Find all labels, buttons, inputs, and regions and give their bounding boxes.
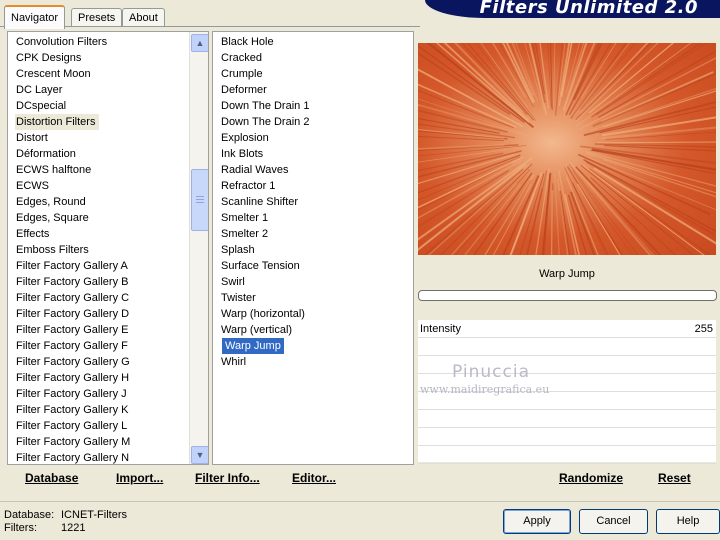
cancel-button[interactable]: Cancel (579, 509, 648, 534)
filter-item[interactable]: Whirl (221, 354, 246, 370)
category-item[interactable]: Filter Factory Gallery F (16, 338, 128, 354)
category-item[interactable]: Distortion Filters (15, 114, 100, 130)
database-label: Database: (4, 509, 55, 521)
help-button[interactable]: Help (656, 509, 720, 534)
category-item[interactable]: Filter Factory Gallery G (16, 354, 130, 370)
category-item[interactable]: Filter Factory Gallery N (16, 450, 129, 464)
category-item[interactable]: ECWS halftone (16, 162, 91, 178)
filter-item[interactable]: Surface Tension (221, 258, 300, 274)
category-item[interactable]: DCspecial (16, 98, 66, 114)
category-item[interactable]: Déformation (16, 146, 76, 162)
category-item[interactable]: Effects (16, 226, 49, 242)
category-item[interactable]: Filter Factory Gallery L (16, 418, 127, 434)
database-value: ICNET-Filters (61, 509, 127, 521)
scroll-up-button[interactable]: ▲ (191, 34, 208, 52)
category-item[interactable]: Filter Factory Gallery C (16, 290, 129, 306)
filter-item[interactable]: Ink Blots (221, 146, 263, 162)
category-item[interactable]: Filter Factory Gallery E (16, 322, 128, 338)
filters-count-label: Filters: (4, 522, 37, 534)
category-item[interactable]: ECWS (16, 178, 49, 194)
category-item[interactable]: Filter Factory Gallery J (16, 386, 127, 402)
tab-presets[interactable]: Presets (71, 8, 123, 27)
scroll-thumb[interactable] (191, 169, 208, 231)
filter-name-title: Warp Jump (539, 268, 595, 280)
divider (0, 501, 720, 502)
filter-item[interactable]: Twister (221, 290, 256, 306)
filter-item[interactable]: Crumple (221, 66, 263, 82)
filter-info-button[interactable]: Filter Info... (195, 471, 260, 485)
filter-item[interactable]: Black Hole (221, 34, 274, 50)
import-button[interactable]: Import... (116, 471, 163, 485)
app-title: Filters Unlimited 2.0 (479, 0, 698, 18)
filter-item[interactable]: Swirl (221, 274, 245, 290)
filter-item[interactable]: Deformer (221, 82, 267, 98)
category-item[interactable]: Filter Factory Gallery A (16, 258, 128, 274)
category-item[interactable]: Filter Factory Gallery B (16, 274, 128, 290)
scroll-down-button[interactable]: ▼ (191, 446, 208, 464)
category-item[interactable]: Distort (16, 130, 48, 146)
tab-navigator[interactable]: Navigator (4, 5, 66, 29)
category-scrollbar[interactable]: ▲ ▼ (189, 32, 208, 464)
filter-item[interactable]: Down The Drain 2 (221, 114, 309, 130)
watermark-site: www.maidiregrafica.eu (420, 383, 550, 396)
progress-track (418, 290, 717, 301)
category-list[interactable]: Convolution Filters CPK Designs Crescent M… (7, 31, 209, 465)
apply-button[interactable]: Apply (503, 509, 571, 534)
category-item[interactable]: Filter Factory Gallery M (16, 434, 130, 450)
preview-image (418, 43, 716, 255)
category-item[interactable]: CPK Designs (16, 50, 81, 66)
category-item[interactable]: Edges, Square (16, 210, 89, 226)
category-item[interactable]: DC Layer (16, 82, 62, 98)
filter-list[interactable]: Black Hole Cracked Crumple Deformer Down The… (212, 31, 414, 465)
param-row-intensity[interactable]: Intensity 255 (418, 320, 716, 338)
filters-count-value: 1221 (61, 522, 86, 534)
filter-item[interactable]: Down The Drain 1 (221, 98, 309, 114)
param-value[interactable]: 255 (695, 323, 713, 335)
filter-item[interactable]: Explosion (221, 130, 269, 146)
reset-button[interactable]: Reset (658, 471, 691, 485)
filter-item[interactable]: Smelter 1 (221, 210, 268, 226)
filter-item[interactable]: Warp (horizontal) (221, 306, 305, 322)
category-item[interactable]: Filter Factory Gallery D (16, 306, 129, 322)
editor-button[interactable]: Editor... (292, 471, 336, 485)
filter-item[interactable]: Warp (vertical) (221, 322, 292, 338)
filter-item[interactable]: Cracked (221, 50, 262, 66)
filter-item[interactable]: Smelter 2 (221, 226, 268, 242)
category-item[interactable]: Filter Factory Gallery K (16, 402, 128, 418)
watermark-name: Pinuccia (452, 362, 530, 382)
filter-item[interactable]: Splash (221, 242, 255, 258)
filter-item[interactable]: Radial Waves (221, 162, 288, 178)
filter-item[interactable]: Refractor 1 (221, 178, 275, 194)
database-button[interactable]: Database (25, 471, 78, 485)
randomize-button[interactable]: Randomize (559, 471, 623, 485)
app-banner: Filters Unlimited 2.0 (425, 0, 720, 18)
param-row (418, 410, 716, 428)
category-item[interactable]: Edges, Round (16, 194, 86, 210)
filter-item[interactable]: Scanline Shifter (221, 194, 298, 210)
param-label: Intensity (420, 323, 461, 335)
category-item[interactable]: Convolution Filters (16, 34, 107, 50)
param-row (418, 338, 716, 356)
category-item[interactable]: Filter Factory Gallery H (16, 370, 129, 386)
category-item[interactable]: Crescent Moon (16, 66, 91, 82)
param-row (418, 428, 716, 446)
param-row (418, 446, 716, 464)
category-item[interactable]: Emboss Filters (16, 242, 89, 258)
tab-about[interactable]: About (122, 8, 165, 27)
filter-item[interactable]: Warp Jump (222, 338, 284, 354)
